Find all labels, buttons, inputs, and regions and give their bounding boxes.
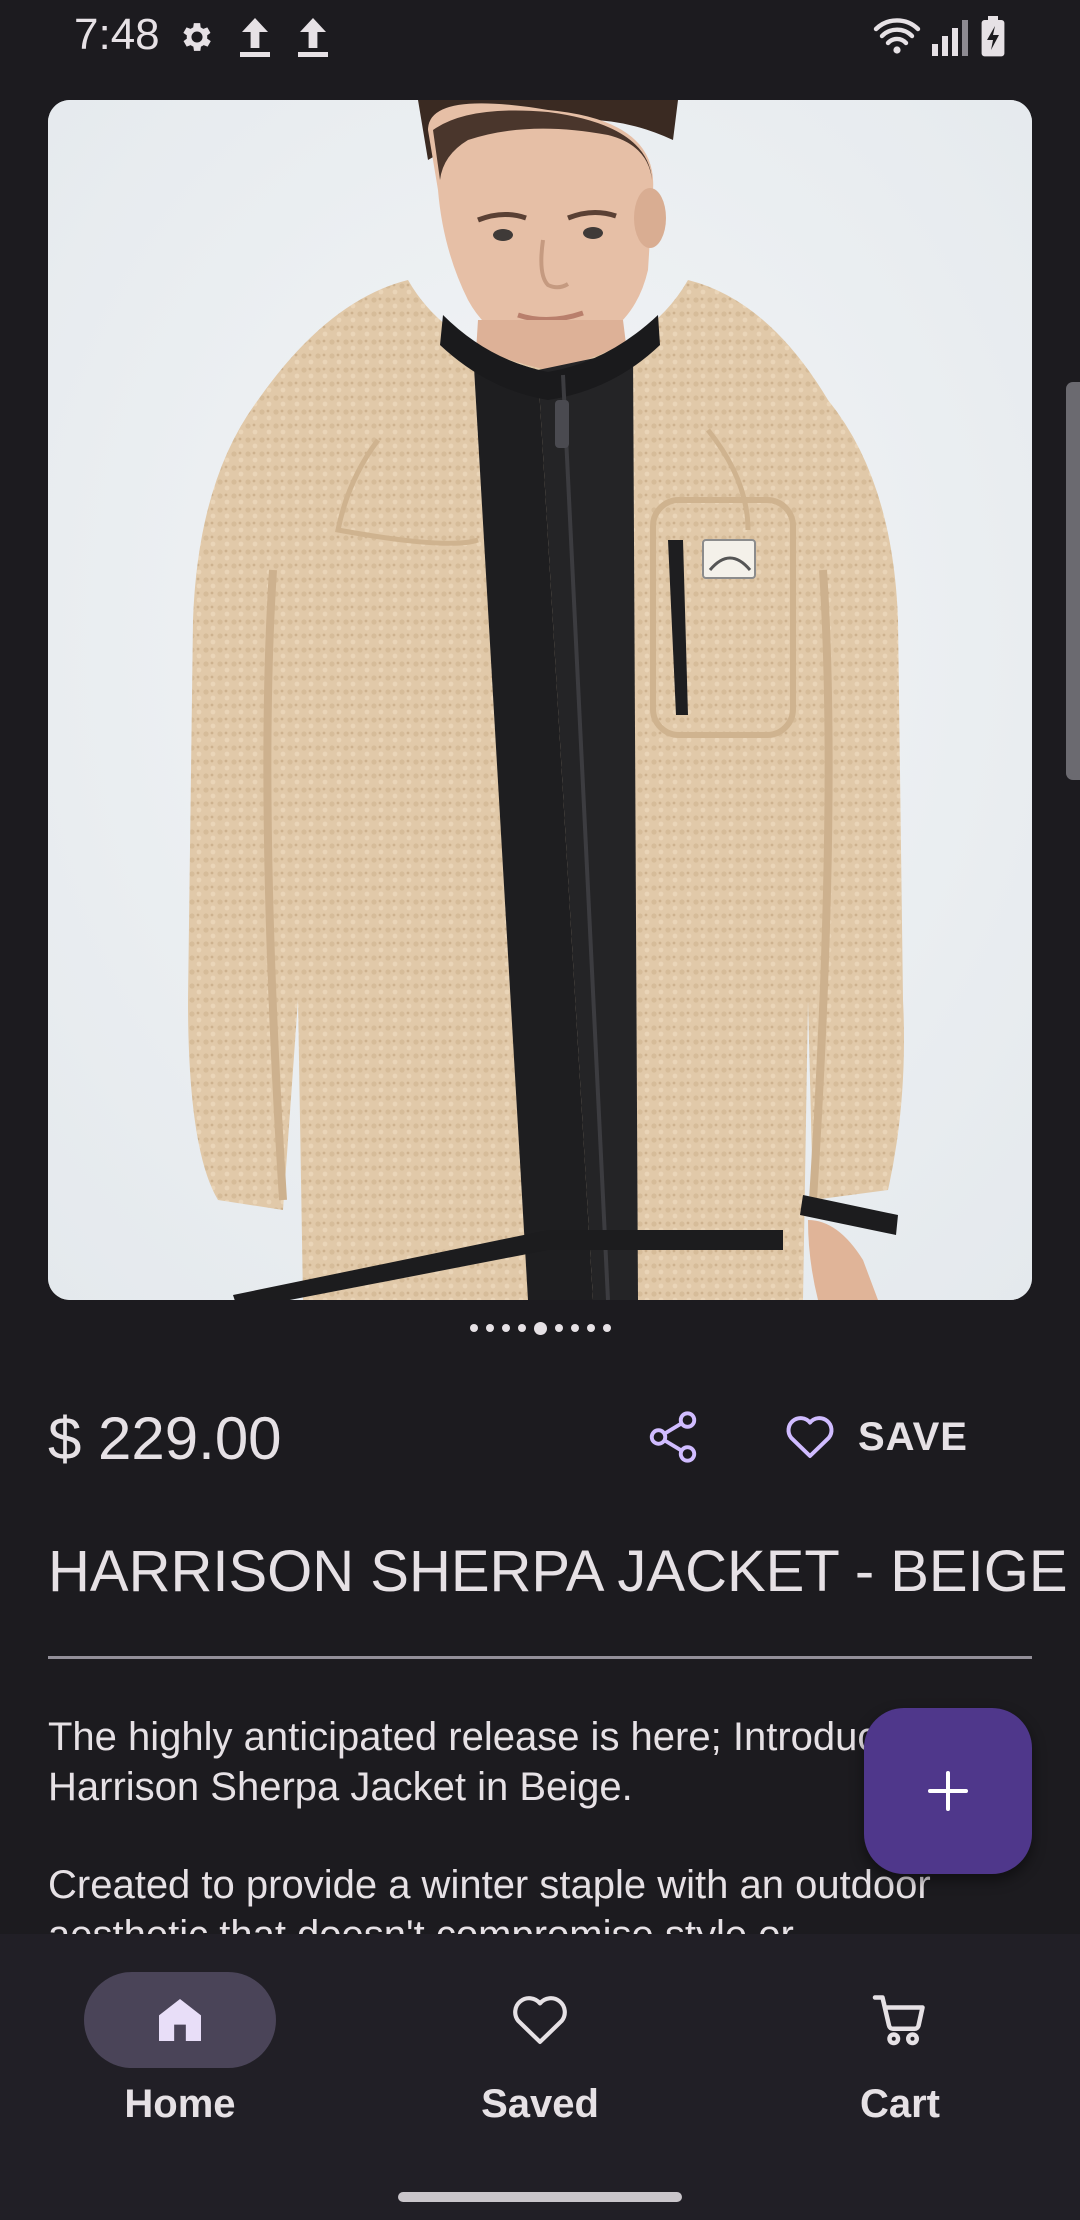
nav-item-cart[interactable]: Cart — [750, 1972, 1050, 2127]
upload-icon — [298, 18, 328, 57]
cart-icon — [872, 1995, 925, 2046]
share-button[interactable] — [644, 1408, 702, 1466]
nav-label: Cart — [859, 2082, 941, 2126]
product-price: $ 229.00 — [48, 1405, 282, 1472]
nav-item-saved[interactable]: Saved — [390, 1972, 690, 2127]
add-fab-button[interactable] — [864, 1708, 1032, 1874]
gear-icon — [183, 23, 211, 51]
pager-dot[interactable] — [533, 1321, 547, 1335]
pager-dot[interactable] — [501, 1324, 510, 1332]
gesture-handle[interactable] — [398, 2192, 682, 2202]
signal-icon — [932, 20, 968, 56]
carousel-pager[interactable] — [0, 1318, 1080, 1338]
divider — [48, 1656, 1032, 1659]
upload-icon — [240, 18, 270, 57]
share-icon — [649, 1411, 697, 1463]
plus-icon — [928, 1771, 968, 1811]
pager-dot[interactable] — [517, 1324, 526, 1332]
battery-charging-icon — [981, 16, 1005, 57]
pager-dot[interactable] — [485, 1324, 494, 1332]
home-icon — [159, 1999, 201, 2041]
pager-dot[interactable] — [554, 1324, 563, 1332]
nav-indicator — [444, 1972, 636, 2068]
save-label: SAVE — [858, 1414, 968, 1459]
save-button[interactable]: SAVE — [784, 1404, 968, 1470]
wifi-icon — [873, 18, 921, 54]
nav-indicator — [804, 1972, 996, 2068]
nav-label: Home — [124, 2082, 236, 2126]
pager-dot[interactable] — [586, 1324, 595, 1332]
product-title: HARRISON SHERPA JACKET - BEIGE — [48, 1539, 1068, 1604]
status-bar: 7:48 — [0, 0, 1080, 76]
bottom-navigation: Home Saved Cart — [0, 1934, 1080, 2220]
heart-outline-icon — [513, 1996, 567, 2044]
product-image[interactable] — [48, 100, 1032, 1300]
nav-item-home[interactable]: Home — [30, 1972, 330, 2127]
scrollbar-thumb[interactable] — [1066, 382, 1080, 780]
status-time: 7:48 — [74, 10, 160, 59]
product-detail-screen: 7:48 $ 229.00 SAVE HARRISON SHERPA JACKE… — [0, 0, 1080, 2220]
pager-dot[interactable] — [602, 1324, 611, 1332]
nav-active-indicator — [84, 1972, 276, 2068]
jacket-photo-illustration — [48, 100, 1032, 1300]
heart-outline-icon — [786, 1416, 834, 1458]
nav-label: Saved — [481, 2082, 599, 2126]
pager-dot[interactable] — [469, 1324, 478, 1332]
pager-dot[interactable] — [570, 1324, 579, 1332]
